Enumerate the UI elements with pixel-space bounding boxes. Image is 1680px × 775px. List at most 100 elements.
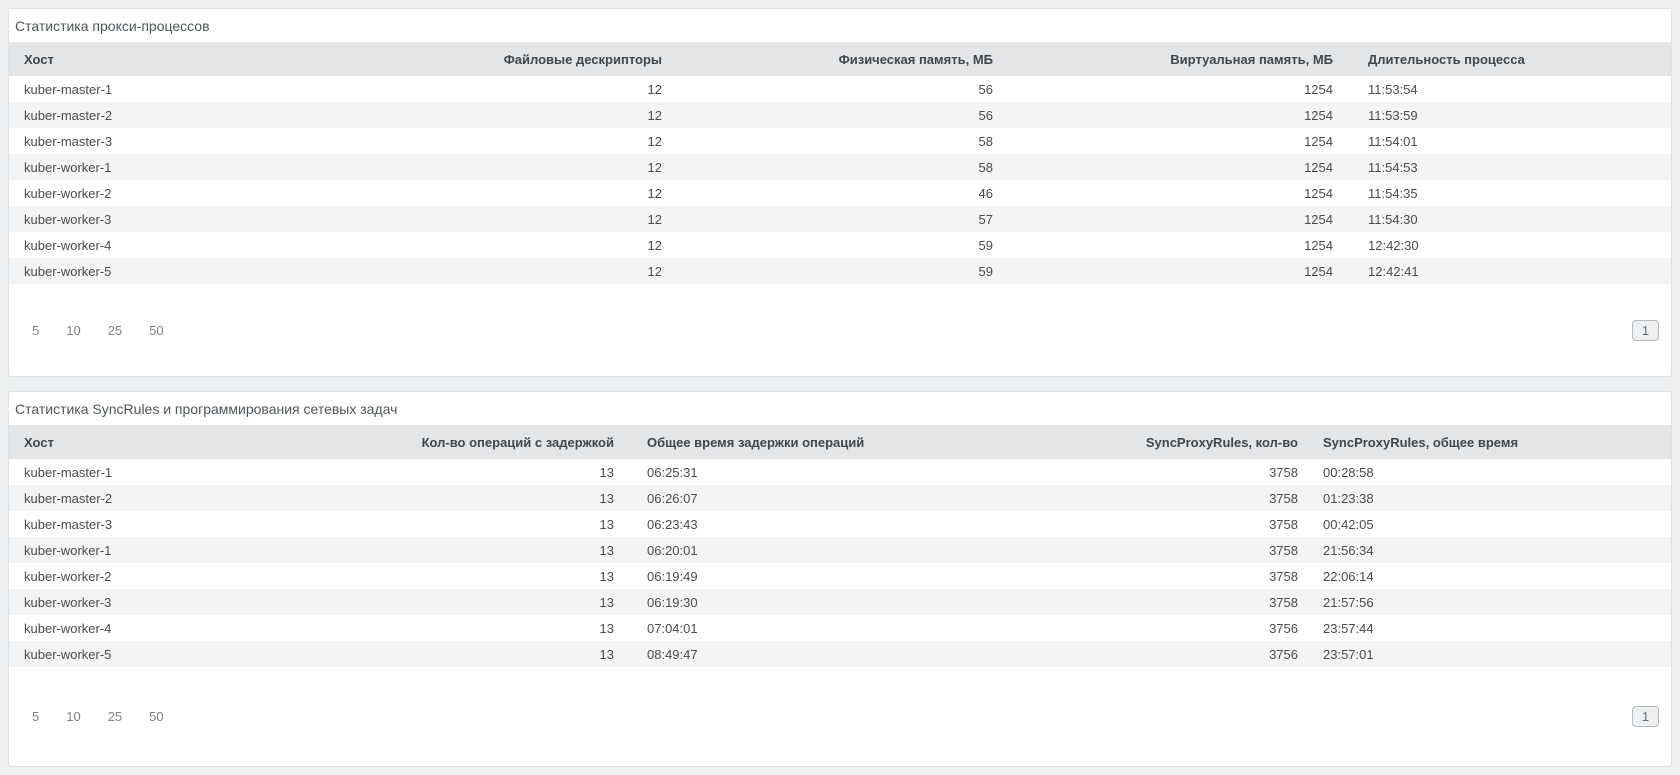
- cell-host: kuber-worker-1: [9, 154, 449, 180]
- cell-value: 1254: [1001, 180, 1341, 206]
- table-row: kuber-master-31306:23:43375800:42:05: [9, 511, 1671, 537]
- page-size-option[interactable]: 5: [32, 709, 39, 724]
- page-size-option[interactable]: 25: [108, 323, 122, 338]
- page-button[interactable]: 1: [1632, 706, 1659, 727]
- cell-value: 58: [670, 128, 1001, 154]
- column-header: SyncProxyRules, общее время: [1306, 425, 1671, 459]
- cell-value: 13: [409, 459, 622, 485]
- column-header: Файловые дескрипторы: [449, 42, 670, 76]
- column-header: Хост: [9, 425, 409, 459]
- cell-host: kuber-worker-5: [9, 258, 449, 284]
- cell-value: 3758: [1032, 589, 1306, 615]
- cell-value: 11:54:53: [1341, 154, 1671, 180]
- cell-value: 3758: [1032, 485, 1306, 511]
- cell-value: 06:19:49: [622, 563, 1032, 589]
- cell-value: 13: [409, 537, 622, 563]
- cell-value: 56: [670, 76, 1001, 102]
- panel-proxy-process-stats: Статистика прокси-процессов ХостФайловые…: [8, 8, 1672, 377]
- cell-value: 3756: [1032, 615, 1306, 641]
- table-row: kuber-worker-11258125411:54:53: [9, 154, 1671, 180]
- page-size-option[interactable]: 50: [149, 323, 163, 338]
- cell-value: 21:57:56: [1306, 589, 1671, 615]
- cell-value: 1254: [1001, 258, 1341, 284]
- panel-syncrules-stats: Статистика SyncRules и программирования …: [8, 391, 1672, 767]
- table-row: kuber-master-21256125411:53:59: [9, 102, 1671, 128]
- table-row: kuber-master-11306:25:31375800:28:58: [9, 459, 1671, 485]
- table-row: kuber-master-31258125411:54:01: [9, 128, 1671, 154]
- cell-host: kuber-master-3: [9, 128, 449, 154]
- column-header: Хост: [9, 42, 449, 76]
- cell-value: 13: [409, 485, 622, 511]
- proxy-process-table: ХостФайловые дескрипторыФизическая памят…: [9, 42, 1671, 284]
- cell-value: 06:26:07: [622, 485, 1032, 511]
- page-size-option[interactable]: 10: [66, 709, 80, 724]
- cell-value: 00:42:05: [1306, 511, 1671, 537]
- page-size-option[interactable]: 5: [32, 323, 39, 338]
- cell-value: 06:23:43: [622, 511, 1032, 537]
- cell-host: kuber-master-2: [9, 102, 449, 128]
- cell-value: 1254: [1001, 232, 1341, 258]
- page-size-option[interactable]: 10: [66, 323, 80, 338]
- cell-value: 23:57:44: [1306, 615, 1671, 641]
- cell-host: kuber-master-3: [9, 511, 409, 537]
- table-row: kuber-master-21306:26:07375801:23:38: [9, 485, 1671, 511]
- cell-value: 01:23:38: [1306, 485, 1671, 511]
- column-header: Физическая память, МБ: [670, 42, 1001, 76]
- cell-host: kuber-worker-1: [9, 537, 409, 563]
- panel-title: Статистика SyncRules и программирования …: [9, 392, 1671, 425]
- cell-value: 12: [449, 76, 670, 102]
- cell-value: 1254: [1001, 102, 1341, 128]
- cell-value: 12: [449, 258, 670, 284]
- cell-value: 11:53:59: [1341, 102, 1671, 128]
- table-row: kuber-master-11256125411:53:54: [9, 76, 1671, 102]
- dashboard: Статистика прокси-процессов ХостФайловые…: [0, 0, 1680, 775]
- cell-value: 12:42:41: [1341, 258, 1671, 284]
- page-size-option[interactable]: 50: [149, 709, 163, 724]
- pagination: 5 10 25 50 1: [9, 667, 1671, 766]
- cell-value: 00:28:58: [1306, 459, 1671, 485]
- cell-value: 13: [409, 511, 622, 537]
- syncrules-table: ХостКол-во операций с задержкойОбщее вре…: [9, 425, 1671, 667]
- cell-host: kuber-worker-4: [9, 232, 449, 258]
- cell-host: kuber-worker-3: [9, 589, 409, 615]
- cell-value: 12: [449, 232, 670, 258]
- cell-value: 13: [409, 589, 622, 615]
- cell-value: 1254: [1001, 76, 1341, 102]
- cell-value: 58: [670, 154, 1001, 180]
- cell-host: kuber-worker-2: [9, 563, 409, 589]
- cell-value: 23:57:01: [1306, 641, 1671, 667]
- cell-value: 1254: [1001, 154, 1341, 180]
- cell-value: 08:49:47: [622, 641, 1032, 667]
- cell-value: 59: [670, 258, 1001, 284]
- column-header: SyncProxyRules, кол-во: [1032, 425, 1306, 459]
- table-row: kuber-worker-51308:49:47375623:57:01: [9, 641, 1671, 667]
- table-row: kuber-worker-11306:20:01375821:56:34: [9, 537, 1671, 563]
- column-header: Длительность процесса: [1341, 42, 1671, 76]
- cell-host: kuber-worker-4: [9, 615, 409, 641]
- cell-value: 1254: [1001, 206, 1341, 232]
- cell-value: 11:54:01: [1341, 128, 1671, 154]
- table-row: kuber-worker-31257125411:54:30: [9, 206, 1671, 232]
- cell-value: 06:20:01: [622, 537, 1032, 563]
- cell-value: 21:56:34: [1306, 537, 1671, 563]
- column-header: Кол-во операций с задержкой: [409, 425, 622, 459]
- cell-value: 3758: [1032, 537, 1306, 563]
- table-row: kuber-worker-21306:19:49375822:06:14: [9, 563, 1671, 589]
- page-size-option[interactable]: 25: [108, 709, 122, 724]
- cell-value: 12: [449, 206, 670, 232]
- page-size-list: 5 10 25 50: [32, 709, 164, 724]
- panel-title: Статистика прокси-процессов: [9, 9, 1671, 42]
- table-header-row: ХостФайловые дескрипторыФизическая памят…: [9, 42, 1671, 76]
- page-button[interactable]: 1: [1632, 320, 1659, 341]
- cell-value: 3758: [1032, 563, 1306, 589]
- cell-value: 13: [409, 615, 622, 641]
- table-row: kuber-worker-31306:19:30375821:57:56: [9, 589, 1671, 615]
- cell-value: 13: [409, 641, 622, 667]
- cell-value: 46: [670, 180, 1001, 206]
- cell-value: 59: [670, 232, 1001, 258]
- cell-value: 11:54:35: [1341, 180, 1671, 206]
- pagination: 5 10 25 50 1: [9, 284, 1671, 376]
- page-size-list: 5 10 25 50: [32, 323, 164, 338]
- column-header: Виртуальная память, МБ: [1001, 42, 1341, 76]
- cell-value: 12: [449, 180, 670, 206]
